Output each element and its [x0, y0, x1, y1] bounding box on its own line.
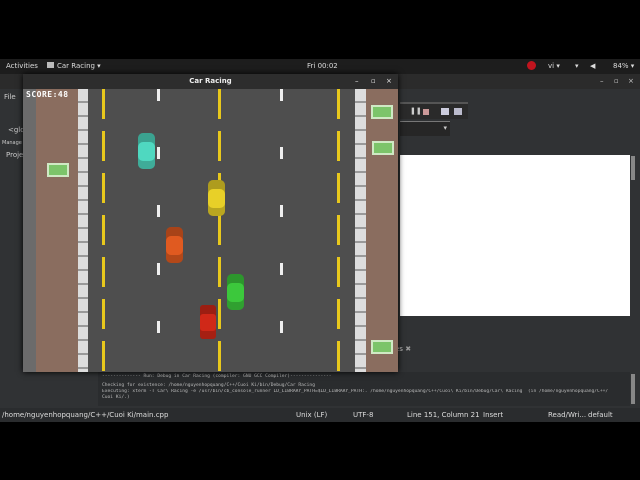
debug-toolbar: ❚❚	[400, 102, 468, 119]
minimize-button[interactable]: –	[355, 74, 359, 89]
app-menu-label: Car Racing ▾	[57, 62, 101, 70]
debug-windows-icon[interactable]	[441, 108, 449, 115]
left-barrier	[78, 89, 88, 372]
right-barrier	[355, 89, 366, 372]
activities-button[interactable]: Activities	[6, 62, 38, 70]
clock[interactable]: Fri 00:02	[307, 62, 338, 70]
language-indicator[interactable]: vi ▾	[548, 62, 560, 70]
status-access: Read/Wri...	[548, 411, 587, 419]
stop-icon[interactable]	[423, 109, 429, 115]
game-canvas[interactable]: SCORE:48	[23, 89, 398, 372]
management-label: Manage	[2, 140, 22, 146]
log-scrollbar[interactable]	[631, 374, 635, 404]
player-car	[200, 305, 216, 339]
road	[88, 89, 355, 372]
status-path: /home/nguyenhopquang/C++/Cuoi Ki/main.cp…	[2, 411, 169, 419]
roadside-sign	[371, 340, 393, 354]
status-position: Line 151, Column 21	[407, 411, 480, 419]
car-cyan	[138, 133, 155, 169]
ide-maximize-button[interactable]: ▫	[614, 77, 619, 85]
app-indicator-icon[interactable]	[527, 61, 536, 70]
roadside-sign	[372, 141, 394, 155]
left-roadside	[36, 89, 78, 372]
info-icon[interactable]	[454, 108, 462, 115]
maximize-button[interactable]: ▫	[371, 74, 376, 89]
left-edge	[23, 89, 36, 372]
car-yellow	[208, 180, 225, 216]
status-mode: Insert	[483, 411, 504, 419]
status-bar: /home/nguyenhopquang/C++/Cuoi Ki/main.cp…	[0, 408, 640, 422]
window-icon	[47, 62, 54, 68]
code-editor[interactable]	[400, 155, 630, 316]
status-theme: default	[588, 411, 613, 419]
right-roadside	[366, 89, 398, 372]
chevron-down-icon: ▾	[443, 124, 447, 132]
score-label: SCORE:48	[26, 90, 69, 99]
status-eol: Unix (LF)	[296, 411, 328, 419]
lane-line-yellow	[218, 89, 221, 372]
car-green	[227, 274, 244, 310]
editor-scrollbar[interactable]	[631, 156, 635, 180]
game-title-bar: Car Racing – ▫ ×	[23, 74, 398, 89]
lane-line-yellow	[337, 89, 340, 372]
projects-tab[interactable]: Proje	[6, 151, 23, 159]
game-window-title: Car Racing	[189, 77, 232, 85]
wifi-icon[interactable]: ▾	[575, 62, 579, 70]
battery-indicator[interactable]: 84% ▾	[613, 62, 634, 70]
volume-icon[interactable]: ◀	[590, 62, 595, 70]
lane-line-white	[157, 89, 160, 372]
ide-minimize-button[interactable]: –	[600, 77, 604, 85]
lane-line-yellow	[102, 89, 105, 372]
close-tab-icon[interactable]: ✖	[405, 345, 411, 353]
roadside-sign	[47, 163, 69, 177]
menu-file[interactable]: File	[4, 93, 16, 101]
game-window: Car Racing – ▫ × SCORE:48	[23, 74, 398, 372]
pause-icon[interactable]: ❚❚	[410, 107, 422, 115]
car-orange	[166, 227, 183, 263]
log-line: Cuoi Ki/.)	[102, 395, 130, 400]
roadside-sign	[371, 105, 393, 119]
scope-dropdown[interactable]: ▾	[400, 121, 450, 136]
build-log: -------------- Run: Debug in Car Racing …	[98, 372, 630, 406]
app-menu[interactable]: Car Racing ▾	[47, 62, 101, 70]
ide-close-button[interactable]: ×	[628, 77, 634, 85]
lane-line-white	[280, 89, 283, 372]
status-encoding: UTF-8	[353, 411, 374, 419]
system-top-bar: Activities Car Racing ▾ Fri 00:02 vi ▾ ▾…	[0, 59, 640, 74]
close-button[interactable]: ×	[386, 74, 392, 89]
log-line: Executing: xterm -T Car\ Racing -e /usr/…	[102, 389, 609, 394]
